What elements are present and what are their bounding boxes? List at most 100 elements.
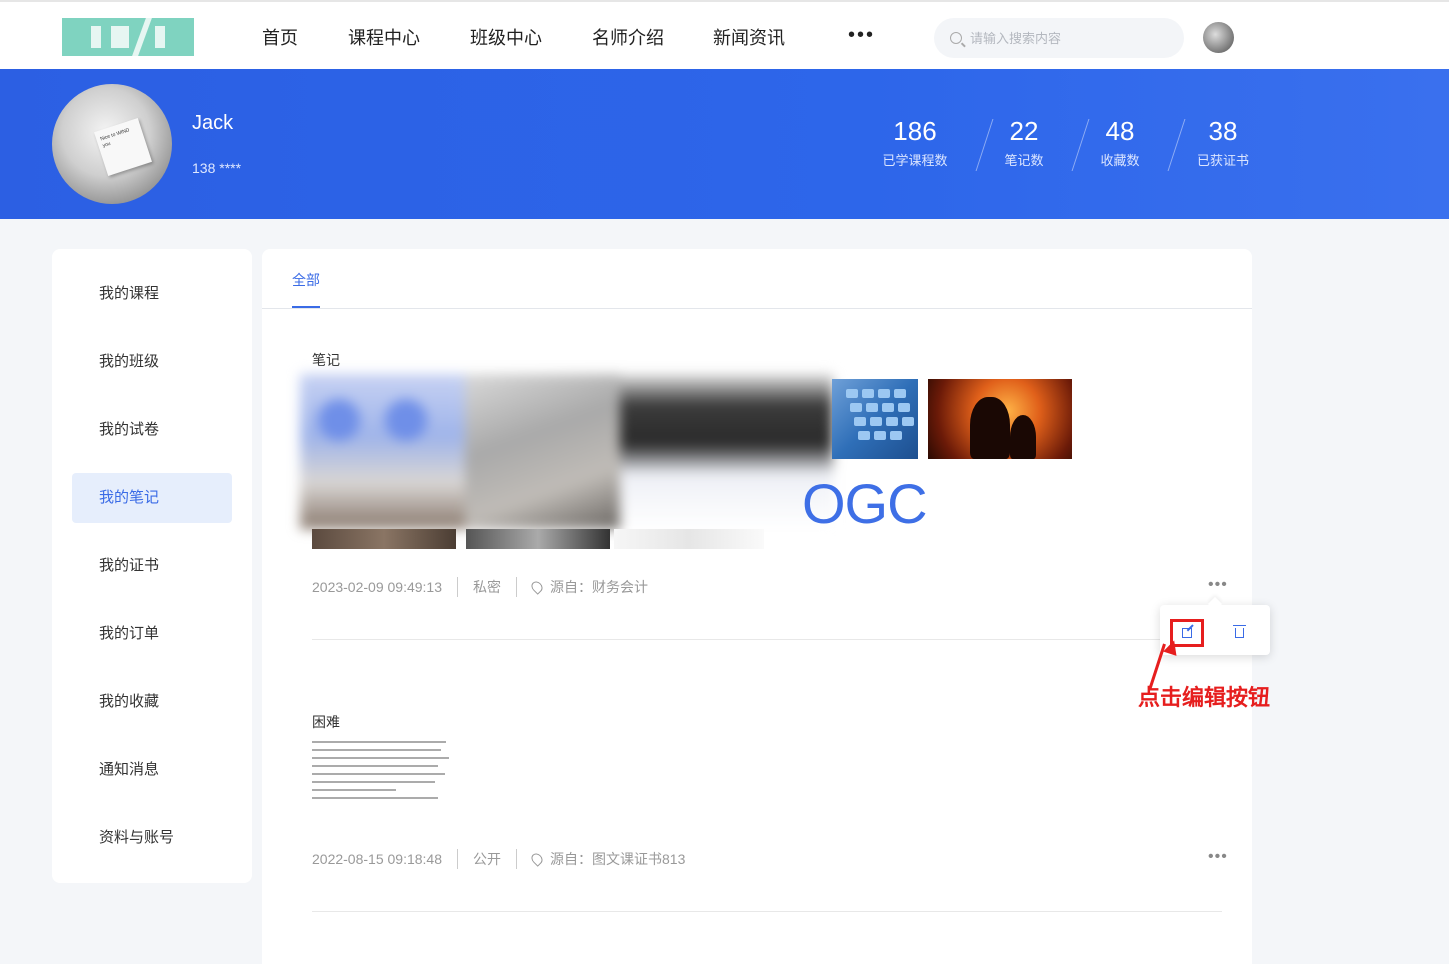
- sidebar-item-account[interactable]: 资料与账号: [72, 813, 232, 863]
- keyboard-key: [890, 431, 902, 440]
- sidebar-item-my-orders[interactable]: 我的订单: [72, 609, 232, 659]
- sidebar-item-my-classes[interactable]: 我的班级: [72, 337, 232, 387]
- sidebar: 我的课程 我的班级 我的试卷 我的笔记 我的证书 我的订单 我的收藏 通知消息 …: [52, 249, 252, 883]
- note-more-icon[interactable]: •••: [1208, 576, 1228, 594]
- sidebar-item-my-notes[interactable]: 我的笔记: [72, 473, 232, 523]
- nav-class-center[interactable]: 班级中心: [470, 24, 542, 50]
- stat-divider: [1071, 119, 1090, 171]
- note-more-icon[interactable]: •••: [1208, 848, 1228, 866]
- doc-text-line: [312, 797, 438, 799]
- keyboard-key: [878, 389, 890, 398]
- blurred-image-part: [300, 374, 465, 529]
- note-source: 源自：财务会计: [550, 579, 648, 595]
- note-image-blurred: [300, 374, 833, 529]
- location-pin-icon: [529, 851, 545, 867]
- logo-mark: [155, 26, 165, 48]
- top-navbar: 首页 课程中心 班级中心 名师介绍 新闻资讯 •••: [0, 0, 1449, 69]
- stat-notes: 22 笔记数: [994, 116, 1054, 169]
- silhouette: [970, 397, 1010, 459]
- profile-banner: Nice to WIND you Jack 138 **** 186 已学课程数…: [0, 69, 1449, 219]
- nav-news[interactable]: 新闻资讯: [713, 24, 785, 50]
- note-image-thumb: [466, 529, 610, 549]
- keyboard-key: [858, 431, 870, 440]
- note-image-thumb: [312, 529, 456, 549]
- note-date: 2022-08-15 09:18:48: [312, 851, 442, 867]
- note-image-text: OGC: [802, 472, 928, 535]
- user-avatar[interactable]: [1203, 22, 1234, 53]
- logo-mark: [91, 26, 101, 48]
- meta-divider: [457, 577, 458, 597]
- keyboard-key: [862, 389, 874, 398]
- sidebar-item-my-exams[interactable]: 我的试卷: [72, 405, 232, 455]
- logo-mark: [131, 18, 153, 56]
- doc-text-line: [312, 757, 450, 759]
- logo[interactable]: [62, 18, 194, 56]
- note-visibility: 私密: [473, 579, 501, 595]
- note-divider: [312, 639, 1222, 640]
- search-box[interactable]: [934, 18, 1184, 58]
- sidebar-item-my-favorites[interactable]: 我的收藏: [72, 677, 232, 727]
- note-title: 笔记: [312, 352, 340, 368]
- blurred-shape: [318, 399, 360, 441]
- note-image-keyboard: [832, 379, 918, 459]
- note-date: 2023-02-09 09:49:13: [312, 579, 442, 595]
- stat-label: 收藏数: [1100, 153, 1140, 168]
- sidebar-item-my-courses[interactable]: 我的课程: [72, 269, 232, 319]
- nav-more-icon[interactable]: •••: [848, 24, 875, 47]
- delete-button[interactable]: [1232, 623, 1246, 639]
- nav-home[interactable]: 首页: [262, 24, 298, 50]
- keyboard-key: [886, 417, 898, 426]
- stat-favorites: 48 收藏数: [1090, 116, 1150, 169]
- trash-icon: [1232, 624, 1246, 638]
- stat-label: 已获证书: [1196, 153, 1249, 168]
- keyboard-key: [894, 389, 906, 398]
- stat-value: 186: [893, 116, 937, 146]
- tab-all[interactable]: 全部: [292, 270, 320, 290]
- logo-mark: [111, 26, 129, 48]
- doc-text-line: [312, 773, 445, 775]
- edit-icon: [1182, 628, 1192, 638]
- stat-courses: 186 已学课程数: [872, 116, 958, 169]
- sidebar-item-my-certificates[interactable]: 我的证书: [72, 541, 232, 591]
- doc-text-line: [312, 749, 441, 751]
- silhouette: [1010, 415, 1036, 459]
- keyboard-key: [898, 403, 910, 412]
- keyboard-key: [854, 417, 866, 426]
- doc-text-line: [312, 741, 447, 743]
- stat-value: 48: [1105, 116, 1135, 146]
- note-visibility: 公开: [473, 851, 501, 867]
- doc-text-line: [312, 789, 396, 791]
- profile-name: Jack: [192, 112, 234, 134]
- keyboard-key: [870, 417, 882, 426]
- meta-divider: [516, 849, 517, 869]
- keyboard-key: [846, 389, 858, 398]
- stat-label: 已学课程数: [882, 153, 948, 168]
- note-meta: 2023-02-09 09:49:13 私密 源自：财务会计: [312, 577, 648, 597]
- keyboard-key: [882, 403, 894, 412]
- stat-divider: [975, 119, 994, 171]
- sidebar-item-notifications[interactable]: 通知消息: [72, 745, 232, 795]
- meta-divider: [516, 577, 517, 597]
- nav-teachers[interactable]: 名师介绍: [592, 24, 664, 50]
- nav-course-center[interactable]: 课程中心: [348, 24, 420, 50]
- note-image-document: [312, 741, 452, 821]
- search-icon: [950, 32, 962, 44]
- note-divider: [312, 911, 1222, 912]
- keyboard-key: [866, 403, 878, 412]
- keyboard-key: [850, 403, 862, 412]
- stat-label: 笔记数: [1004, 153, 1044, 168]
- tab-bar: 全部: [262, 249, 1252, 309]
- doc-text-line: [312, 781, 436, 783]
- blurred-shape: [385, 399, 427, 441]
- blurred-image-part: [465, 374, 620, 529]
- note-title: 困难: [312, 714, 340, 730]
- stat-certificates: 38 已获证书: [1190, 116, 1256, 169]
- profile-avatar: Nice to WIND you: [52, 84, 172, 204]
- tab-active-indicator: [292, 306, 320, 308]
- meta-divider: [457, 849, 458, 869]
- keyboard-key: [874, 431, 886, 440]
- notes-panel: 全部 笔记 OGC 2023-02-09 09:49:13 私密 源自：财务会计…: [262, 249, 1252, 964]
- note-source: 源自：图文课证书813: [550, 851, 686, 867]
- stat-value: 22: [1009, 116, 1039, 146]
- search-input[interactable]: [970, 30, 1170, 46]
